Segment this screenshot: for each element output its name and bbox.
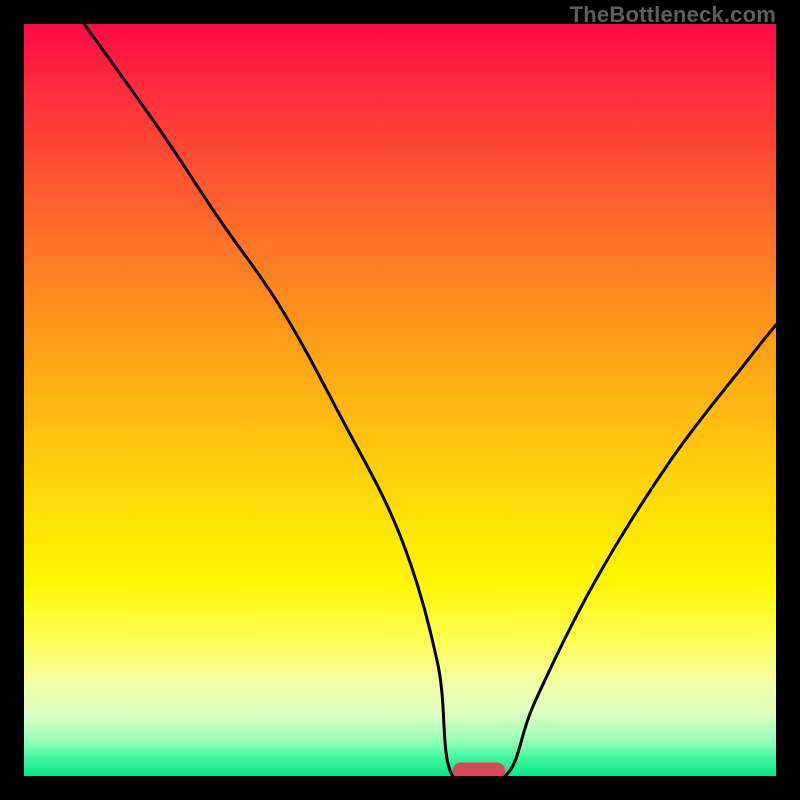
chart-frame: TheBottleneck.com <box>0 0 800 800</box>
curve-layer <box>24 24 776 776</box>
bottleneck-curve-path <box>84 24 776 776</box>
plot-area <box>24 24 776 776</box>
notch-marker <box>453 762 506 776</box>
